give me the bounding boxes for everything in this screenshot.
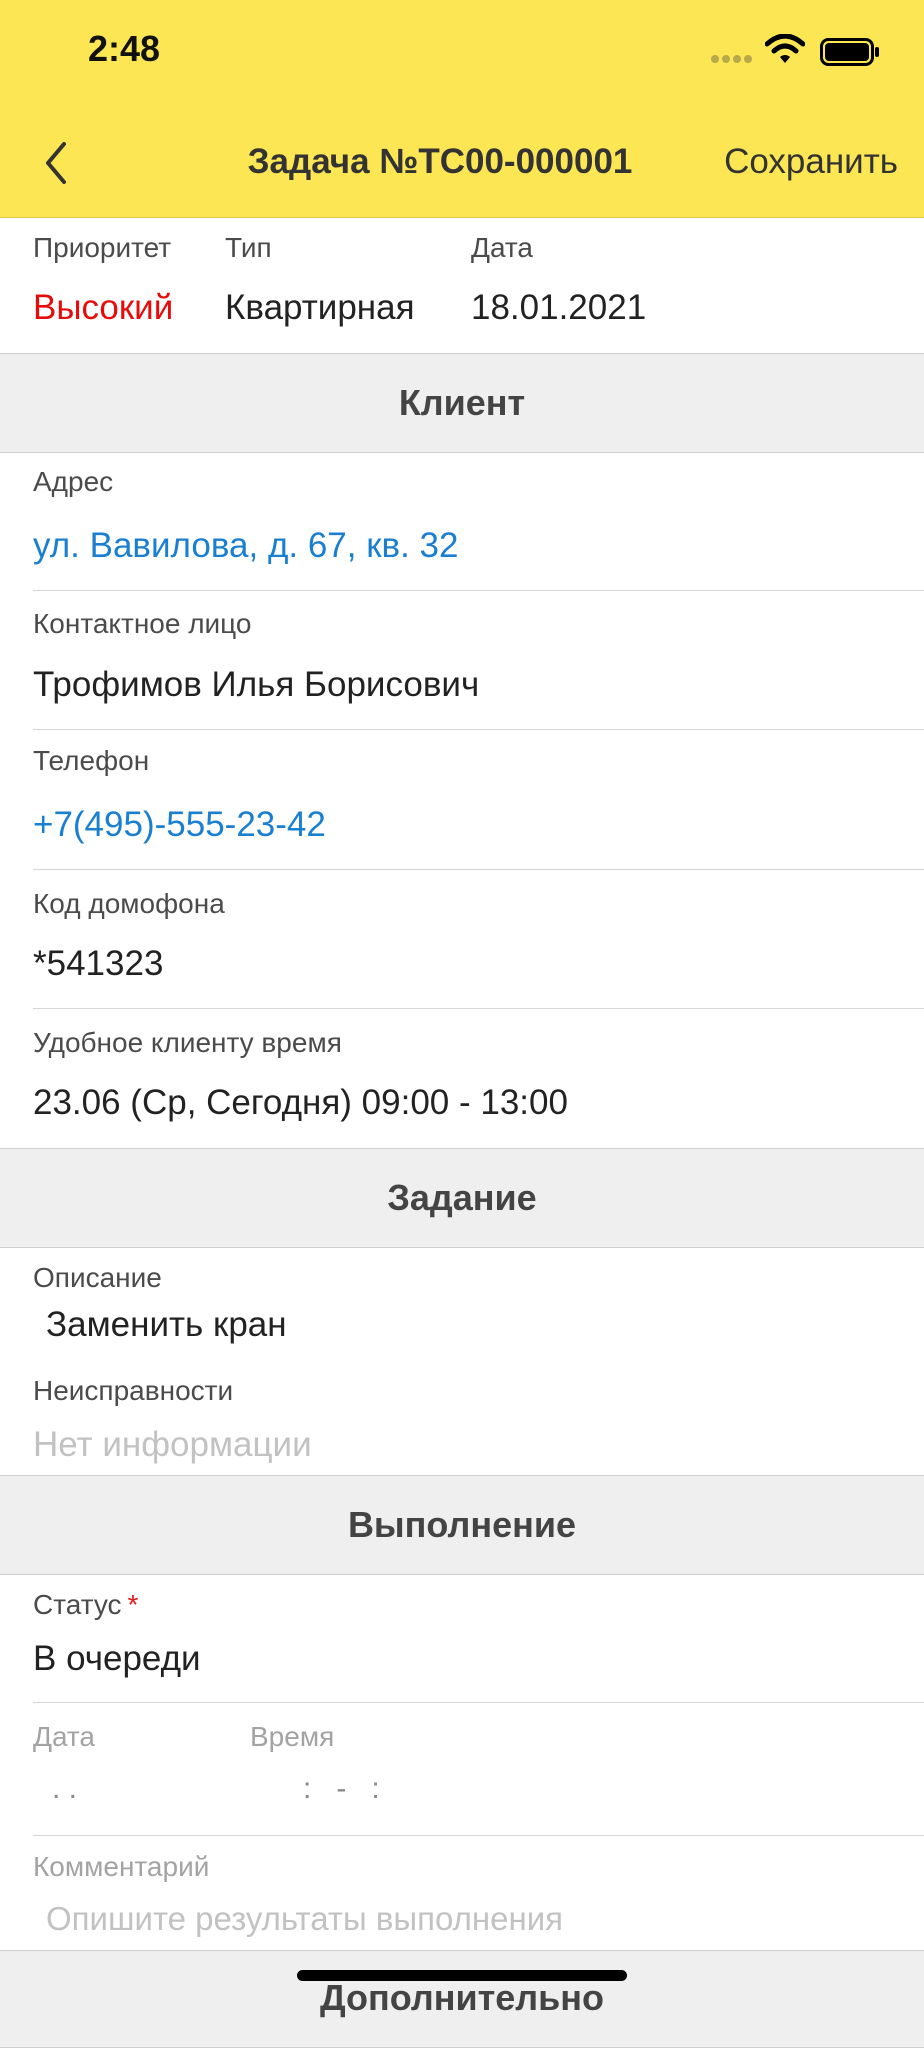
faults-label: Неисправности <box>33 1375 234 1406</box>
contact-value: Трофимов Илья Борисович <box>33 665 480 704</box>
type-value[interactable]: Квартирная <box>225 288 415 328</box>
required-asterisk: * <box>127 1589 139 1620</box>
date-value[interactable]: 18.01.2021 <box>471 288 646 328</box>
execution-time-field[interactable]: : - : <box>303 1772 380 1806</box>
section-header-additional: Дополнительно <box>0 1950 924 2048</box>
section-header-task: Задание <box>0 1148 924 1248</box>
status-time: 2:48 <box>88 28 161 69</box>
home-indicator[interactable] <box>297 1970 627 1981</box>
page-title: Задача №ТС00-000001 <box>247 142 633 181</box>
priority-value[interactable]: Высокий <box>33 288 173 328</box>
divider <box>33 1702 924 1703</box>
divider <box>33 590 924 591</box>
status-select[interactable]: В очереди <box>33 1639 201 1679</box>
client-time-label: Удобное клиенту время <box>33 1027 342 1058</box>
address-label: Адрес <box>33 466 114 497</box>
phone-link[interactable]: +7(495)-555-23-42 <box>33 805 326 845</box>
faults-value: Нет информации <box>33 1425 312 1464</box>
contact-label: Контактное лицо <box>33 608 252 639</box>
section-header-execution: Выполнение <box>0 1475 924 1575</box>
comment-input[interactable]: Опишите результаты выполнения <box>46 1900 563 1938</box>
intercom-label: Код домофона <box>33 888 225 919</box>
phone-label: Телефон <box>33 745 150 776</box>
type-label: Тип <box>225 232 272 263</box>
description-value: Заменить кран <box>46 1305 287 1344</box>
intercom-value: *541323 <box>33 944 164 983</box>
back-chevron-icon[interactable] <box>38 138 78 188</box>
address-link[interactable]: ул. Вавилова, д. 67, кв. 32 <box>33 526 459 566</box>
section-header-client: Клиент <box>0 353 924 453</box>
execution-date-field[interactable]: . . <box>52 1772 77 1806</box>
priority-label: Приоритет <box>33 232 172 263</box>
wifi-icon <box>765 34 805 63</box>
description-label: Описание <box>33 1262 162 1293</box>
top-bar: 2:48 Задача №ТС00-000001 Сохранить <box>0 0 924 218</box>
save-button[interactable]: Сохранить <box>724 142 898 182</box>
date-label: Дата <box>471 232 534 263</box>
cellular-signal-icon <box>711 55 752 63</box>
comment-label: Комментарий <box>33 1851 210 1882</box>
divider <box>33 729 924 730</box>
client-time-value: 23.06 (Ср, Сегодня) 09:00 - 13:00 <box>33 1083 568 1122</box>
divider <box>33 1835 924 1836</box>
divider <box>33 1008 924 1009</box>
execution-date-label: Дата <box>33 1721 96 1752</box>
divider <box>33 869 924 870</box>
battery-icon <box>820 38 879 66</box>
status-label: Статус * <box>33 1589 139 1620</box>
execution-time-label: Время <box>250 1721 335 1752</box>
